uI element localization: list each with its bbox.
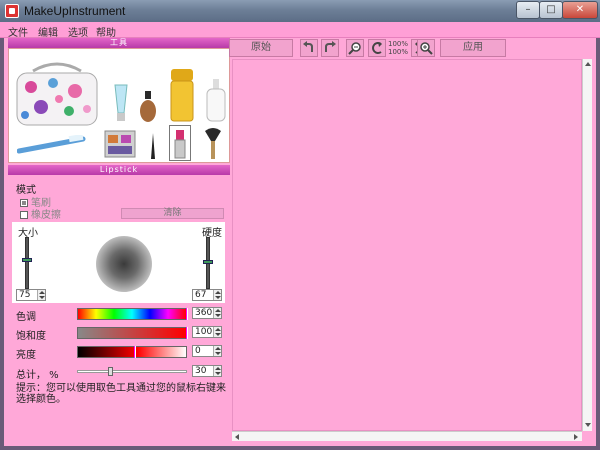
undo-button[interactable] bbox=[300, 39, 318, 57]
brush-settings-box: 大小 硬度 75 67 bbox=[12, 222, 225, 303]
title-bar: MakeUpInstrument – □ ✕ bbox=[0, 0, 600, 22]
lotion-bottle-tool[interactable] bbox=[205, 77, 227, 123]
powder-brush-tool[interactable] bbox=[201, 127, 225, 161]
eyeliner-tool[interactable] bbox=[149, 131, 157, 161]
checkbox-icon[interactable] bbox=[20, 211, 28, 219]
hue-marker[interactable] bbox=[186, 308, 188, 320]
spin-arrows-icon[interactable] bbox=[37, 290, 45, 300]
saturation-label: 饱和度 bbox=[16, 331, 46, 342]
saturation-bar[interactable] bbox=[77, 327, 188, 339]
rotate-left-icon bbox=[372, 42, 382, 54]
clear-button[interactable]: 清除 bbox=[121, 208, 224, 219]
hue-label: 色调 bbox=[16, 312, 36, 323]
menu-edit[interactable]: 编辑 bbox=[38, 24, 58, 39]
total-spinbox[interactable]: 30 bbox=[192, 365, 222, 377]
spin-arrows-icon[interactable] bbox=[213, 327, 221, 337]
menu-bar: 文件 编辑 选项 帮助 bbox=[0, 22, 600, 39]
menu-options[interactable]: 选项 bbox=[68, 24, 88, 39]
tip-text: 提示：您可以使用取色工具通过您的鼠标右键来选择颜色。 bbox=[16, 383, 226, 405]
menu-file[interactable]: 文件 bbox=[8, 24, 28, 39]
rotate-left-button[interactable] bbox=[368, 39, 386, 57]
zoom-level-display: 100% 100% bbox=[388, 40, 409, 56]
hardness-slider-thumb[interactable] bbox=[203, 260, 213, 264]
size-slider[interactable] bbox=[25, 237, 29, 289]
redo-icon bbox=[325, 41, 336, 52]
scroll-up-icon[interactable] bbox=[585, 62, 591, 66]
maximize-button[interactable]: □ bbox=[539, 1, 563, 19]
zoom-out-icon bbox=[348, 42, 361, 55]
lipstick-tool[interactable] bbox=[169, 125, 191, 161]
hardness-label: 硬度 bbox=[202, 228, 222, 239]
total-slider[interactable] bbox=[77, 370, 187, 373]
size-slider-thumb[interactable] bbox=[22, 258, 32, 262]
apply-button[interactable]: 应用 bbox=[440, 39, 506, 57]
saturation-spinbox[interactable]: 100 bbox=[192, 326, 222, 338]
tools-header: 工具 bbox=[8, 38, 230, 48]
cosmetic-bag-tool[interactable] bbox=[13, 61, 101, 127]
toothbrush-tool[interactable] bbox=[16, 133, 87, 155]
undo-icon bbox=[303, 41, 313, 52]
hue-spinbox[interactable]: 360 bbox=[192, 307, 222, 319]
close-button[interactable]: ✕ bbox=[562, 1, 598, 19]
brightness-spinbox[interactable]: 0 bbox=[192, 345, 222, 357]
cream-jar-tool[interactable] bbox=[169, 67, 195, 123]
client-area: 工具 Lipstick 模式 笔刷 橡皮擦 清除 大小 硬度 75 67 色调 … bbox=[4, 38, 596, 446]
minimize-button[interactable]: – bbox=[516, 1, 540, 19]
total-slider-thumb[interactable] bbox=[108, 367, 113, 376]
zoom-in-icon bbox=[420, 42, 433, 55]
scroll-left-icon[interactable] bbox=[235, 434, 239, 440]
saturation-marker[interactable] bbox=[186, 327, 188, 339]
image-canvas[interactable] bbox=[232, 59, 582, 431]
brush-preview bbox=[96, 236, 152, 292]
spin-arrows-icon[interactable] bbox=[213, 308, 221, 318]
tools-box bbox=[8, 48, 230, 163]
foundation-bottle-tool[interactable] bbox=[139, 89, 157, 123]
left-panel: 工具 Lipstick 模式 笔刷 橡皮擦 清除 大小 硬度 75 67 色调 … bbox=[8, 38, 230, 444]
window-title: MakeUpInstrument bbox=[24, 4, 126, 18]
brightness-marker[interactable] bbox=[134, 346, 136, 358]
zoom-in-button[interactable] bbox=[417, 39, 435, 57]
spin-arrows-icon[interactable] bbox=[213, 346, 221, 356]
horizontal-scrollbar[interactable] bbox=[232, 431, 582, 441]
lipstick-header: Lipstick bbox=[8, 165, 230, 175]
spin-arrows-icon[interactable] bbox=[213, 290, 221, 300]
size-spinbox[interactable]: 75 bbox=[16, 289, 46, 301]
scroll-right-icon[interactable] bbox=[574, 434, 578, 440]
scroll-down-icon[interactable] bbox=[585, 423, 591, 427]
eyeshadow-palette-tool[interactable] bbox=[103, 129, 137, 159]
original-button[interactable]: 原始 bbox=[229, 39, 293, 57]
total-label: 总计， % bbox=[16, 370, 59, 381]
hue-bar[interactable] bbox=[77, 308, 188, 320]
brightness-bar[interactable] bbox=[77, 346, 187, 358]
vertical-scrollbar[interactable] bbox=[582, 59, 592, 431]
zoom-out-button[interactable] bbox=[346, 39, 364, 57]
redo-button[interactable] bbox=[321, 39, 339, 57]
app-icon bbox=[5, 4, 19, 18]
foundation-tube-tool[interactable] bbox=[113, 83, 129, 123]
spin-arrows-icon[interactable] bbox=[213, 366, 221, 376]
brightness-label: 亮度 bbox=[16, 350, 36, 361]
hardness-spinbox[interactable]: 67 bbox=[192, 289, 222, 301]
mode-eraser-option[interactable]: 橡皮擦 bbox=[20, 206, 61, 221]
menu-help[interactable]: 帮助 bbox=[96, 24, 116, 39]
